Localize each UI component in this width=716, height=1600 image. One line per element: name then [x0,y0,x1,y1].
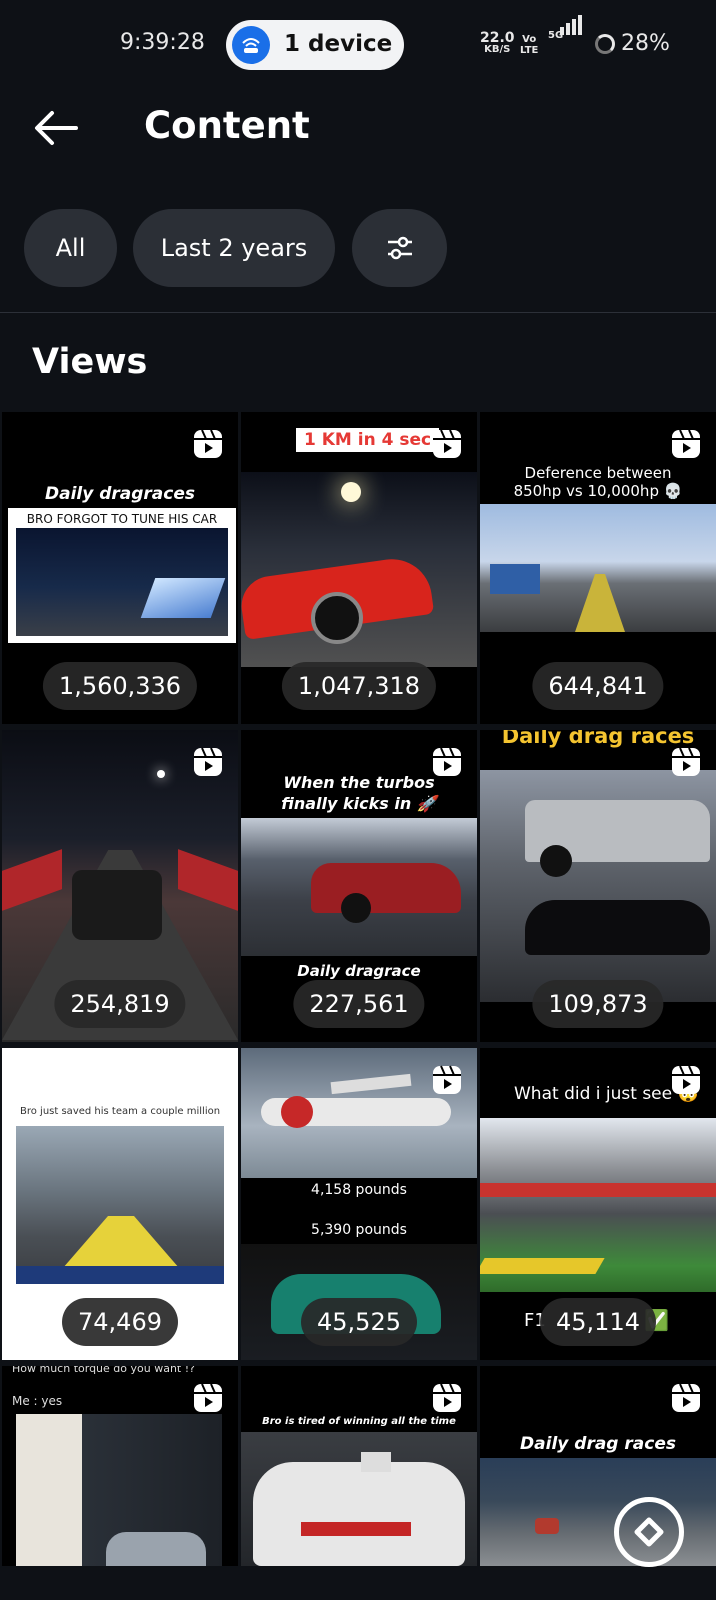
tile-caption: 1 KM in 4 sec [296,428,440,452]
filter-all-chip[interactable]: All [24,209,117,287]
tile-caption: Bro is tired of winning all the time [262,1416,456,1427]
thumbnail [241,818,477,956]
network-speed: 22.0 KB/S [480,30,515,55]
thumbnail: BRO FORGOT TO TUNE HIS CAR [8,508,236,643]
tile-caption: Daily drag races [520,1434,676,1454]
view-count: 45,525 [301,1298,417,1346]
filter-period-chip[interactable]: Last 2 years [133,209,335,287]
volte-indicator: Vo LTE [520,34,539,56]
divider [0,312,716,313]
thumbnail [480,1118,716,1292]
content-tile[interactable]: 1 KM in 4 sec 1,047,318 [241,412,477,724]
view-count: 45,114 [540,1298,656,1346]
tile-caption: Deference between 850hp vs 10,000hp 💀 [513,464,683,500]
content-tile[interactable]: What did i just see 🤯 F1 ✅ 45,114 [480,1048,716,1360]
view-count: 254,819 [54,980,186,1028]
app-logo-watermark [614,1497,684,1567]
connected-device-pill[interactable]: 1 device [226,20,404,70]
content-tile[interactable]: 4,158 pounds 5,390 pounds 45,525 [241,1048,477,1360]
content-tile[interactable]: Daily drag races 109,873 [480,730,716,1042]
reels-icon [194,1383,222,1412]
battery-level: 28% [621,31,670,56]
router-icon [232,26,270,64]
view-count: 74,469 [62,1298,178,1346]
content-tile[interactable]: Daily dragraces BRO FORGOT TO TUNE HIS C… [2,412,238,724]
reels-icon [433,747,461,776]
reels-icon [672,429,700,458]
sliders-icon [387,236,412,260]
thumbnail [16,1126,224,1284]
thumbnail [480,770,716,1002]
reels-icon [672,1065,700,1094]
battery-icon [595,34,615,54]
device-count: 1 device [284,31,393,57]
content-tile[interactable]: Bro just saved his team a couple million… [2,1048,238,1360]
view-count: 644,841 [532,662,664,710]
tile-subcaption: Daily dragrace [297,962,421,980]
page-title: Content [144,104,310,147]
tile-caption: Bro just saved his team a couple million [20,1106,221,1117]
reels-icon [672,747,700,776]
content-tile[interactable]: 254,819 [2,730,238,1042]
content-tile[interactable]: When the turbos finally kicks in 🚀 Daily… [241,730,477,1042]
tile-caption: When the turbos finally kicks in 🚀 [281,773,437,813]
tile-subcaption: BRO FORGOT TO TUNE HIS CAR [26,512,218,526]
view-count: 1,560,336 [42,662,198,710]
view-count: 109,873 [532,980,664,1028]
thumbnail [16,1414,222,1566]
thumbnail [241,1432,477,1566]
tile-subcaption: Me : yes [12,1394,63,1408]
reels-icon [672,1383,700,1412]
reels-icon [194,747,222,776]
reels-icon [433,1383,461,1412]
back-arrow-icon[interactable] [32,108,82,148]
thumbnail [480,504,716,632]
tile-caption: 4,158 pounds [311,1182,407,1198]
content-tile[interactable]: Deference between 850hp vs 10,000hp 💀 64… [480,412,716,724]
reels-icon [433,1065,461,1094]
view-count: 227,561 [293,980,425,1028]
status-bar: 9:39:28 1 device 22.0 KB/S Vo LTE 5G 28% [0,0,716,90]
tile-caption: Daily dragraces [44,484,195,504]
thumbnail [241,472,477,667]
reels-icon [433,429,461,458]
clock: 9:39:28 [120,30,205,55]
content-tile[interactable]: How much torque do you want !? Me : yes [2,1366,238,1566]
section-title: Views [32,342,148,382]
tile-subcaption: 5,390 pounds [311,1222,407,1238]
reels-icon [194,429,222,458]
filter-settings-button[interactable] [352,209,447,287]
thumbnail [480,1458,716,1566]
tile-caption: How much torque do you want !? [12,1366,195,1375]
view-count: 1,047,318 [281,662,437,710]
content-tile[interactable]: Bro is tired of winning all the time [241,1366,477,1566]
